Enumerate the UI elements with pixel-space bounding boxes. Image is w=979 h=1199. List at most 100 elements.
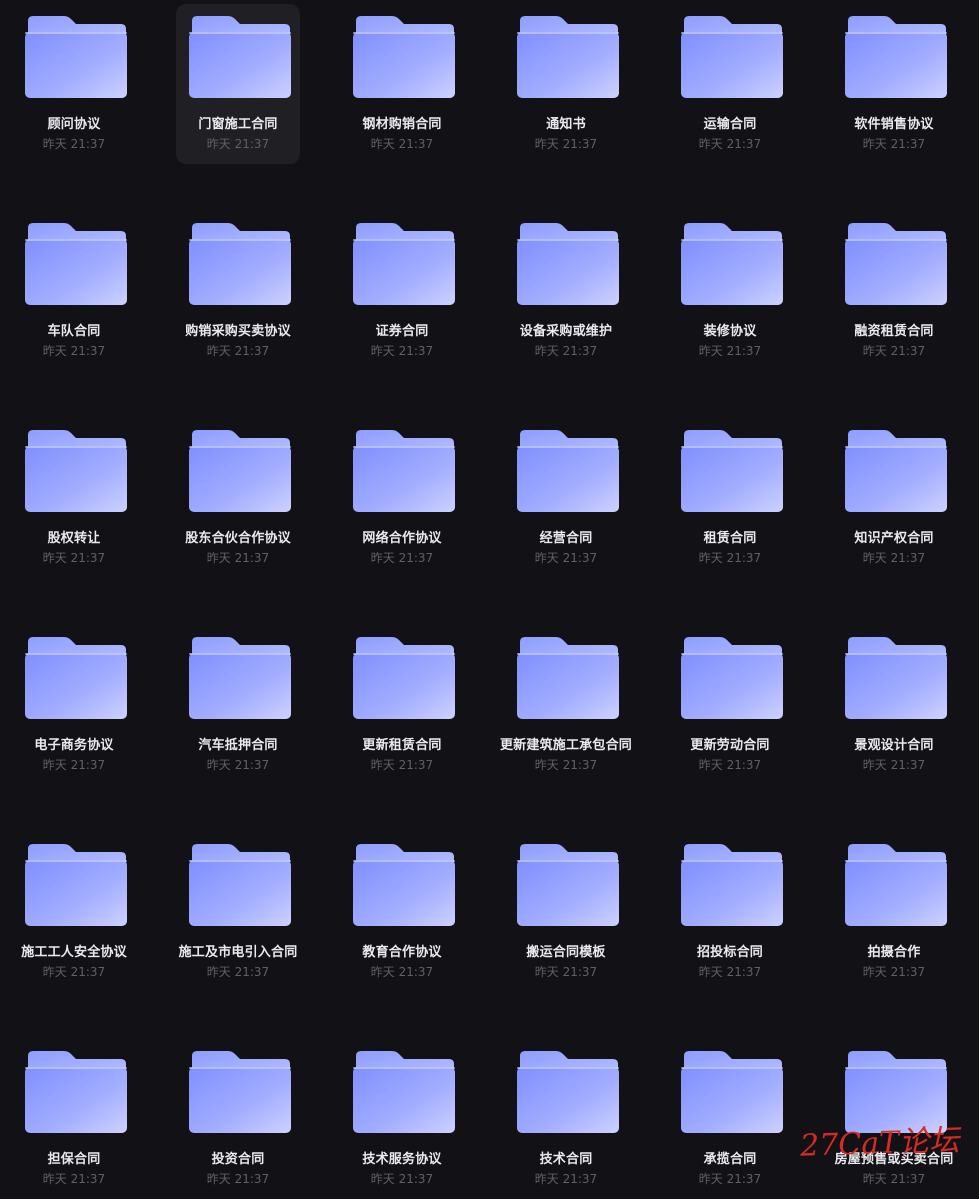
folder-icon [188, 1050, 292, 1134]
modified-time: 昨天 21:37 [42, 344, 106, 358]
folder-name: 施工工人安全协议 [21, 945, 127, 960]
folder-icon [680, 843, 784, 927]
folder-icon [516, 843, 620, 927]
folder-item[interactable]: 更新租赁合同 昨天 21:37 [340, 625, 464, 785]
modified-time: 昨天 21:37 [862, 551, 926, 565]
folder-name: 景观设计合同 [854, 738, 934, 753]
modified-time: 昨天 21:37 [862, 1172, 926, 1186]
folder-icon [680, 222, 784, 306]
modified-time: 昨天 21:37 [206, 551, 270, 565]
modified-time: 昨天 21:37 [534, 137, 598, 151]
folder-item[interactable]: 施工工人安全协议 昨天 21:37 [12, 832, 136, 992]
folder-icon [680, 636, 784, 720]
folder-name: 装修协议 [703, 324, 757, 339]
folder-icon [516, 222, 620, 306]
folder-icon [188, 15, 292, 99]
modified-time: 昨天 21:37 [206, 1172, 270, 1186]
folder-name: 设备采购或维护 [519, 324, 613, 339]
folder-name: 招投标合同 [696, 945, 763, 960]
modified-time: 昨天 21:37 [206, 965, 270, 979]
folder-item[interactable]: 投资合同 昨天 21:37 [176, 1039, 300, 1199]
modified-time: 昨天 21:37 [370, 965, 434, 979]
folder-item[interactable]: 运输合同 昨天 21:37 [668, 4, 792, 164]
folder-name: 搬运合同模板 [526, 945, 606, 960]
folder-icon [188, 636, 292, 720]
folder-icon [24, 429, 128, 513]
modified-time: 昨天 21:37 [206, 137, 270, 151]
folder-item[interactable]: 设备采购或维护 昨天 21:37 [504, 211, 628, 371]
folder-name: 拍摄合作 [867, 945, 921, 960]
folder-item[interactable]: 经营合同 昨天 21:37 [504, 418, 628, 578]
folder-name: 教育合作协议 [362, 945, 442, 960]
folder-item[interactable]: 证券合同 昨天 21:37 [340, 211, 464, 371]
modified-time: 昨天 21:37 [862, 965, 926, 979]
folder-item[interactable]: 顾问协议 昨天 21:37 [12, 4, 136, 164]
modified-time: 昨天 21:37 [862, 137, 926, 151]
folder-item[interactable]: 担保合同 昨天 21:37 [12, 1039, 136, 1199]
modified-time: 昨天 21:37 [42, 137, 106, 151]
folder-item[interactable]: 技术合同 昨天 21:37 [504, 1039, 628, 1199]
folder-name: 承揽合同 [703, 1152, 757, 1167]
modified-time: 昨天 21:37 [698, 758, 762, 772]
folder-icon [352, 1050, 456, 1134]
folder-icon [24, 843, 128, 927]
folder-icon [516, 636, 620, 720]
folder-name: 软件销售协议 [854, 117, 934, 132]
folder-item[interactable]: 网络合作协议 昨天 21:37 [340, 418, 464, 578]
modified-time: 昨天 21:37 [370, 1172, 434, 1186]
folder-name: 更新租赁合同 [362, 738, 442, 753]
folder-item[interactable]: 更新劳动合同 昨天 21:37 [668, 625, 792, 785]
folder-item[interactable]: 车队合同 昨天 21:37 [12, 211, 136, 371]
folder-name: 股东合伙合作协议 [185, 531, 291, 546]
folder-item[interactable]: 融资租赁合同 昨天 21:37 [832, 211, 956, 371]
modified-time: 昨天 21:37 [206, 344, 270, 358]
folder-name: 购销采购买卖协议 [185, 324, 291, 339]
modified-time: 昨天 21:37 [862, 344, 926, 358]
folder-item[interactable]: 租赁合同 昨天 21:37 [668, 418, 792, 578]
folder-item[interactable]: 软件销售协议 昨天 21:37 [832, 4, 956, 164]
folder-item[interactable]: 购销采购买卖协议 昨天 21:37 [176, 211, 300, 371]
modified-time: 昨天 21:37 [534, 758, 598, 772]
modified-time: 昨天 21:37 [862, 758, 926, 772]
folder-icon [352, 429, 456, 513]
folder-icon [188, 222, 292, 306]
folder-item[interactable]: 装修协议 昨天 21:37 [668, 211, 792, 371]
folder-item[interactable]: 拍摄合作 昨天 21:37 [832, 832, 956, 992]
modified-time: 昨天 21:37 [698, 344, 762, 358]
modified-time: 昨天 21:37 [698, 965, 762, 979]
folder-item[interactable]: 知识产权合同 昨天 21:37 [832, 418, 956, 578]
folder-item[interactable]: 景观设计合同 昨天 21:37 [832, 625, 956, 785]
folder-icon [844, 222, 948, 306]
folder-icon [844, 843, 948, 927]
folder-icon [24, 1050, 128, 1134]
watermark: 27CaT论坛 [799, 1123, 960, 1164]
modified-time: 昨天 21:37 [698, 137, 762, 151]
folder-item[interactable]: 更新建筑施工承包合同 昨天 21:37 [500, 625, 632, 785]
folder-item[interactable]: 汽车抵押合同 昨天 21:37 [176, 625, 300, 785]
folder-item[interactable]: 教育合作协议 昨天 21:37 [340, 832, 464, 992]
folder-icon [516, 429, 620, 513]
folder-icon [680, 1050, 784, 1134]
folder-item[interactable]: 股东合伙合作协议 昨天 21:37 [176, 418, 300, 578]
modified-time: 昨天 21:37 [534, 344, 598, 358]
folder-item[interactable]: 技术服务协议 昨天 21:37 [340, 1039, 464, 1199]
modified-time: 昨天 21:37 [42, 758, 106, 772]
folder-item[interactable]: 招投标合同 昨天 21:37 [668, 832, 792, 992]
folder-item[interactable]: 通知书 昨天 21:37 [504, 4, 628, 164]
folder-item[interactable]: 施工及市电引入合同 昨天 21:37 [176, 832, 300, 992]
folder-item[interactable]: 电子商务协议 昨天 21:37 [12, 625, 136, 785]
folder-item[interactable]: 承揽合同 昨天 21:37 [668, 1039, 792, 1199]
folder-item[interactable]: 股权转让 昨天 21:37 [12, 418, 136, 578]
folder-icon [188, 429, 292, 513]
modified-time: 昨天 21:37 [42, 1172, 106, 1186]
folder-name: 股权转让 [47, 531, 101, 546]
file-grid: 顾问协议 昨天 21:37 门窗施工合同 昨天 21:37 钢材购销合同 昨天 … [0, 0, 979, 1186]
folder-name: 知识产权合同 [854, 531, 934, 546]
folder-icon [844, 429, 948, 513]
folder-name: 施工及市电引入合同 [178, 945, 298, 960]
folder-name: 投资合同 [211, 1152, 265, 1167]
folder-item[interactable]: 搬运合同模板 昨天 21:37 [504, 832, 628, 992]
folder-icon [24, 222, 128, 306]
folder-item[interactable]: 门窗施工合同 昨天 21:37 [176, 4, 300, 164]
folder-item[interactable]: 钢材购销合同 昨天 21:37 [340, 4, 464, 164]
